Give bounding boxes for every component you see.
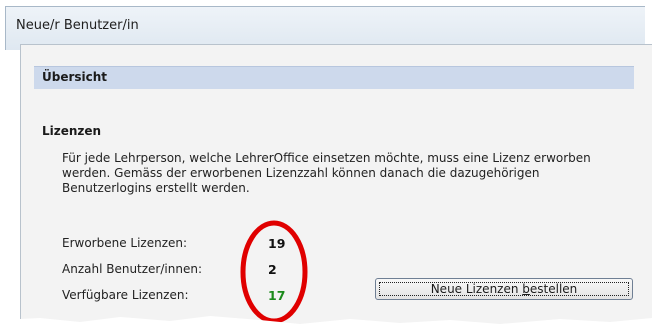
order-licenses-label: Neue Lizenzen bestellen (430, 282, 578, 296)
user-count-value: 2 (268, 262, 277, 277)
licenses-section-title: Lizenzen (42, 124, 102, 138)
available-licenses-label: Verfügbare Lizenzen: (62, 288, 189, 302)
user-count-label: Anzahl Benutzer/innen: (62, 262, 202, 276)
dialog-window: Neue/r Benutzer/in Übersicht Lizenzen Fü… (0, 0, 652, 331)
overview-header: Übersicht (34, 66, 634, 89)
window-title: Neue/r Benutzer/in (16, 18, 139, 33)
purchased-licenses-label: Erworbene Lizenzen: (62, 236, 188, 250)
order-licenses-button[interactable]: Neue Lizenzen bestellen (375, 278, 633, 300)
available-licenses-value: 17 (268, 288, 286, 303)
purchased-licenses-value: 19 (268, 236, 286, 251)
licenses-description: Für jede Lehrperson, welche LehrerOffice… (62, 151, 591, 195)
overview-title: Übersicht (42, 70, 108, 84)
